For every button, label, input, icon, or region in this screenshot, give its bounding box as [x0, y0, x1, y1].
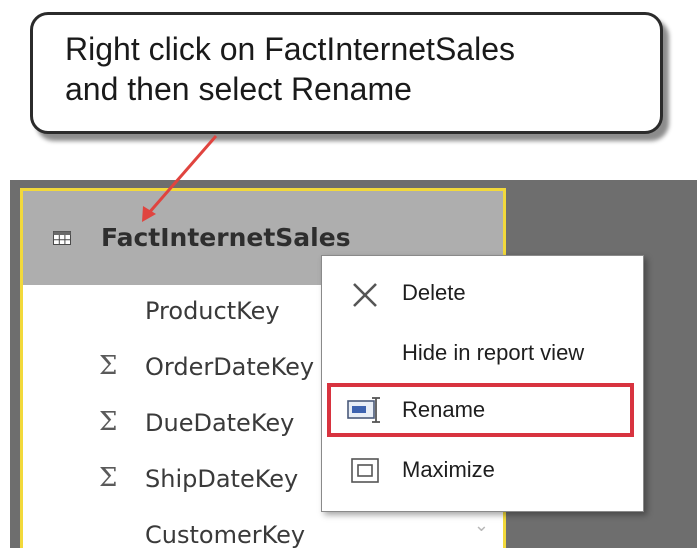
sigma-icon: Σ — [99, 463, 118, 493]
table-title[interactable]: FactInternetSales — [101, 223, 351, 252]
menu-item-hide-in-report-view[interactable]: Hide in report view — [322, 326, 643, 382]
field-name: ShipDateKey — [145, 465, 299, 493]
menu-item-label: Delete — [402, 280, 466, 305]
menu-item-label: Maximize — [402, 457, 495, 482]
rename-highlight-box — [327, 383, 634, 437]
menu-item-label: Hide in report view — [402, 340, 585, 365]
callout-line-2: and then select Rename — [65, 71, 412, 107]
sigma-icon: Σ — [99, 351, 118, 381]
field-name: OrderDateKey — [145, 353, 315, 381]
menu-item-maximize[interactable]: Maximize — [322, 443, 643, 499]
table-icon — [53, 231, 71, 245]
sigma-icon: Σ — [99, 407, 118, 437]
callout-line-1: Right click on FactInternetSales — [65, 31, 515, 67]
maximize-icon — [351, 458, 379, 483]
field-row[interactable]: CustomerKey — [23, 509, 503, 548]
field-name: CustomerKey — [145, 521, 306, 548]
chevron-down-icon[interactable]: ⌄ — [474, 515, 489, 536]
field-name: ProductKey — [145, 297, 280, 325]
menu-item-delete[interactable]: Delete — [322, 266, 643, 322]
field-name: DueDateKey — [145, 409, 295, 437]
instruction-callout: Right click on FactInternetSales and the… — [30, 12, 663, 134]
delete-x-icon — [353, 283, 377, 307]
context-menu: Delete Hide in report view Rename Maximi… — [321, 255, 644, 512]
